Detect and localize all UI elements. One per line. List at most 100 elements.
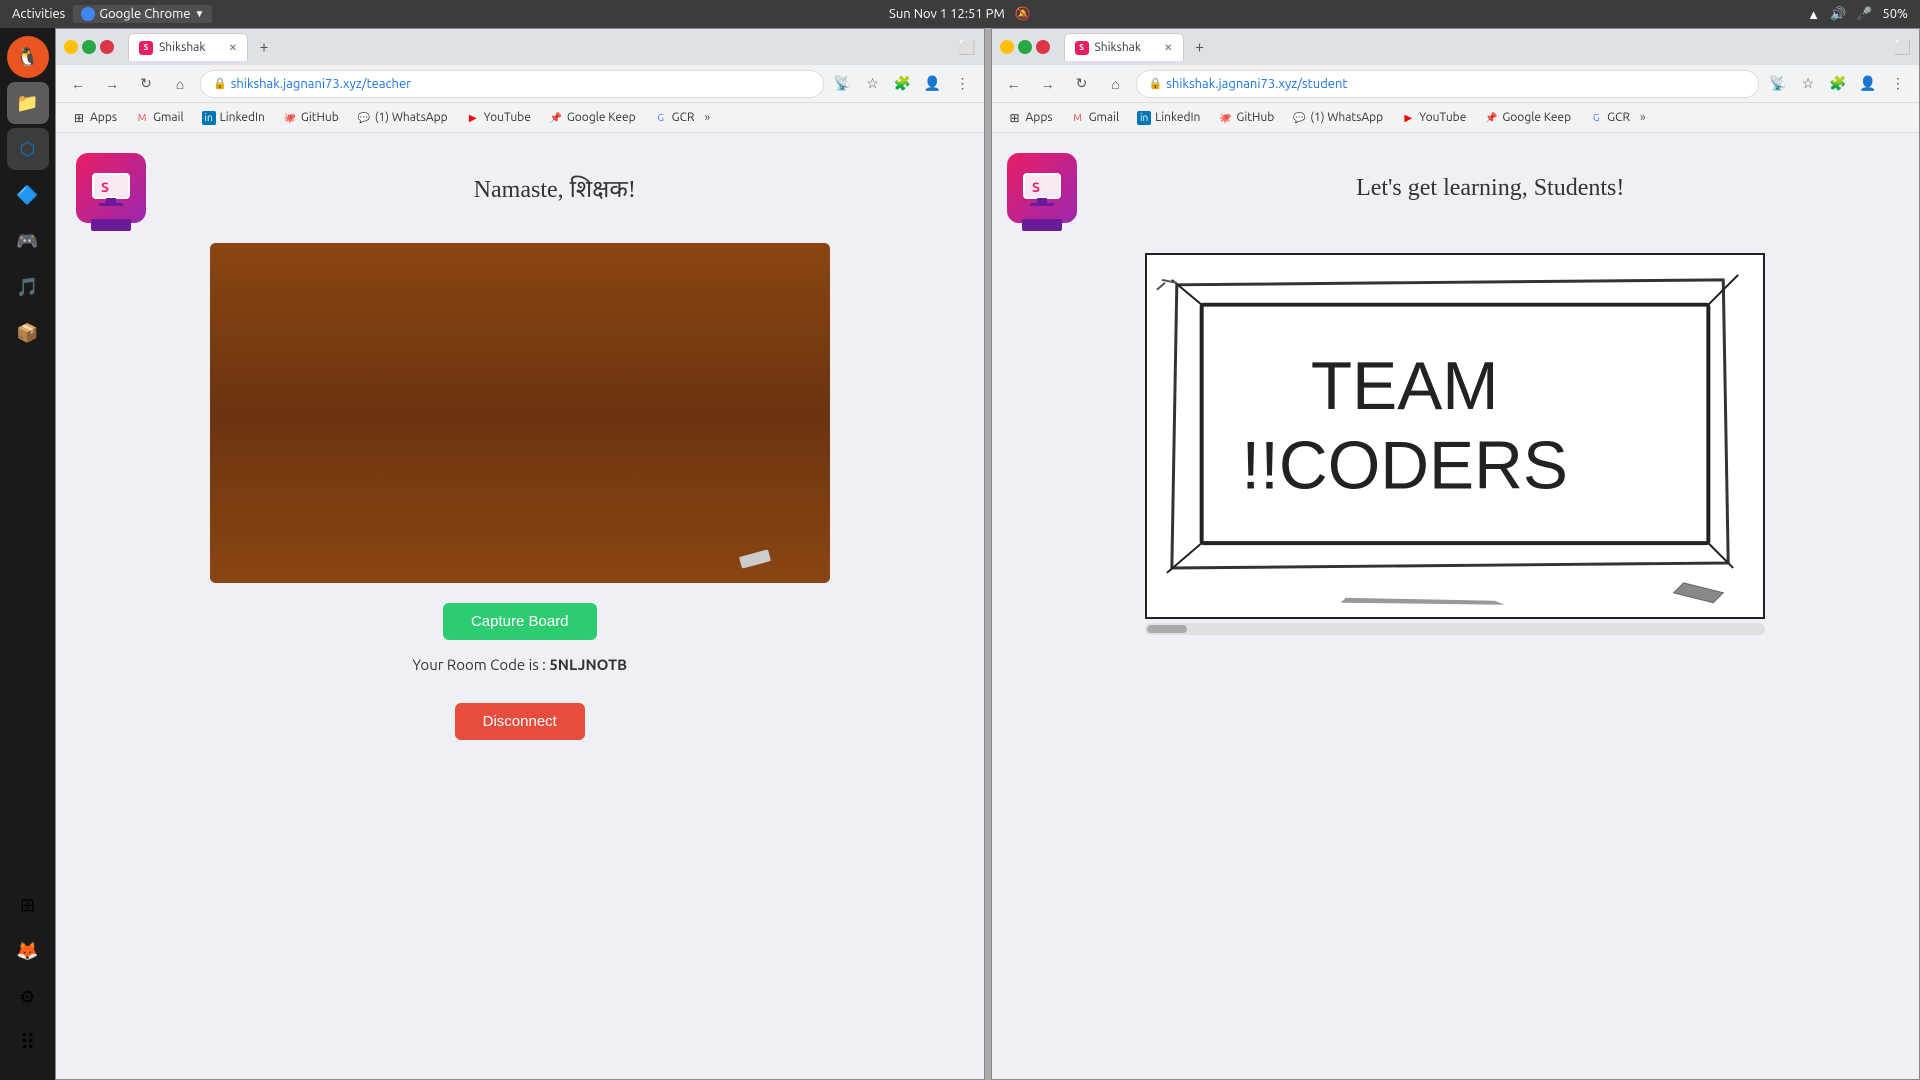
taskbar-firefox-icon[interactable]: 🦊 (7, 930, 49, 972)
datetime-text: Sun Nov 1 12:51 PM (889, 7, 1005, 21)
right-bookmark-gcr-label: GCR (1607, 111, 1630, 124)
taskbar-grid-icon[interactable]: ⠿ (7, 1022, 49, 1064)
browser-right-menu-btn[interactable]: ⋮ (1885, 71, 1911, 97)
taskbar-settings-icon[interactable]: ⚙ (7, 976, 49, 1018)
browser-left-url-text: shikshak.jagnani73.xyz/teacher (231, 77, 411, 91)
browser-right-profile-btn[interactable]: 👤 (1855, 71, 1881, 97)
student-scrollbar[interactable] (1145, 623, 1765, 635)
browser-left-cast-btn[interactable]: 📡 (830, 71, 856, 97)
browser-left-menu-btn[interactable]: ⋮ (950, 71, 976, 97)
browser-right-forward-btn[interactable]: → (1034, 70, 1062, 98)
browser-right-new-tab-btn[interactable]: + (1186, 33, 1214, 61)
right-bookmark-gcr[interactable]: G GCR (1581, 109, 1638, 127)
bookmark-apps[interactable]: ⊞ Apps (64, 109, 125, 127)
browser-right-new-window-btn[interactable]: ⬜ (1894, 39, 1911, 56)
bookmark-gcr[interactable]: G GCR (646, 109, 703, 127)
right-bookmark-keep[interactable]: 📌 Google Keep (1476, 109, 1579, 127)
taskbar-discord-icon[interactable]: 🎮 (7, 220, 49, 262)
browser-left-close-btn[interactable] (100, 40, 114, 54)
right-bookmark-apps[interactable]: ⊞ Apps (1000, 109, 1061, 127)
spotify-symbol: 🎵 (16, 277, 38, 298)
right-bookmark-youtube[interactable]: ▶ YouTube (1393, 109, 1474, 127)
chrome-dropdown[interactable]: ▼ (195, 8, 205, 20)
activities-label[interactable]: Activities (12, 7, 65, 21)
teacher-greeting-text: Namaste, शिक्षक! (474, 177, 636, 203)
right-bookmark-whatsapp-label: (1) WhatsApp (1310, 111, 1383, 124)
browser-left-minimize-btn[interactable] (64, 40, 78, 54)
right-bookmark-whatsapp[interactable]: 💬 (1) WhatsApp (1284, 109, 1391, 127)
student-whiteboard-drawing: TEAM !!CODERS (1147, 255, 1763, 613)
bookmark-linkedin[interactable]: in LinkedIn (194, 109, 273, 127)
browser-left-back-btn[interactable]: ← (64, 70, 92, 98)
right-bookmark-github[interactable]: 🐙 GitHub (1210, 109, 1282, 127)
chrome-dot (81, 7, 95, 21)
browser-left-home-btn[interactable]: ⌂ (166, 70, 194, 98)
battery-text: 50% (1882, 7, 1908, 21)
right-youtube-icon: ▶ (1401, 111, 1415, 125)
taskbar-spotify-icon[interactable]: 🎵 (7, 266, 49, 308)
right-bookmark-linkedin[interactable]: in LinkedIn (1129, 109, 1208, 127)
student-greeting-text: Let's get learning, Students! (1356, 175, 1624, 201)
browser-right-extensions-btn[interactable]: 🧩 (1825, 71, 1851, 97)
bookmark-gmail[interactable]: M Gmail (127, 109, 192, 127)
teacher-whiteboard-photo: TEAM !!CODERS (210, 243, 830, 583)
browser-left-tab-close[interactable]: ✕ (229, 42, 237, 54)
browser-left-bookmark-btn[interactable]: ☆ (860, 71, 886, 97)
browser-left-tab[interactable]: S Shikshak ✕ (128, 33, 248, 61)
files-symbol: 📁 (16, 93, 38, 114)
browser-left-titlebar: S Shikshak ✕ + ⬜ (56, 29, 984, 65)
browser-left-lock-icon: 🔒 (213, 77, 227, 90)
right-bookmarks-more-btn[interactable]: » (1640, 111, 1646, 124)
taskbar-vscode-icon[interactable]: ⬡ (7, 128, 49, 170)
room-code-container: Your Room Code is : 5NLJNOTB (412, 656, 627, 673)
browser-left-new-tab-btn[interactable]: + (250, 33, 278, 61)
browser-right-bookmark-btn[interactable]: ☆ (1795, 71, 1821, 97)
bookmark-keep[interactable]: 📌 Google Keep (541, 109, 644, 127)
gmail-icon: M (135, 111, 149, 125)
browser-right-home-btn[interactable]: ⌂ (1102, 70, 1130, 98)
right-bookmark-gmail[interactable]: M Gmail (1063, 109, 1128, 127)
right-bookmark-linkedin-label: LinkedIn (1155, 111, 1200, 124)
browser-left-reload-btn[interactable]: ↻ (132, 70, 160, 98)
browser-left-toolbar: 📡 ☆ 🧩 👤 ⋮ (830, 71, 976, 97)
whatsapp-icon: 💬 (357, 111, 371, 125)
taskbar-ubuntu-icon[interactable]: 🐧 (7, 36, 49, 78)
browser-left-forward-btn[interactable]: → (98, 70, 126, 98)
taskbar-files-icon[interactable]: 📁 (7, 82, 49, 124)
bookmark-youtube[interactable]: ▶ YouTube (458, 109, 539, 127)
browser-right-tab-label: Shikshak (1095, 41, 1141, 54)
right-github-icon: 🐙 (1218, 111, 1232, 125)
taskbar-slack-icon[interactable]: 🔷 (7, 174, 49, 216)
bookmark-whatsapp[interactable]: 💬 (1) WhatsApp (349, 109, 456, 127)
taskbar-virtualbox-icon[interactable]: 📦 (7, 312, 49, 354)
room-code-value: 5NLJNOTB (549, 656, 627, 673)
browser-left-profile-btn[interactable]: 👤 (920, 71, 946, 97)
browser-right-tab[interactable]: S Shikshak ✕ (1064, 33, 1184, 61)
browser-right-maximize-btn[interactable] (1018, 40, 1032, 54)
browser-right-cast-btn[interactable]: 📡 (1765, 71, 1791, 97)
browser-left-address-input[interactable]: 🔒 shikshak.jagnani73.xyz/teacher (200, 70, 824, 98)
browser-right-reload-btn[interactable]: ↻ (1068, 70, 1096, 98)
teacher-app-header: S Namaste, शिक्षक! (76, 153, 964, 223)
browser-right-back-btn[interactable]: ← (1000, 70, 1028, 98)
disconnect-btn[interactable]: Disconnect (455, 703, 585, 740)
bookmark-github[interactable]: 🐙 GitHub (275, 109, 347, 127)
ubuntu-symbol: 🐧 (16, 47, 38, 68)
browser-left-new-window-btn[interactable]: ⬜ (958, 39, 975, 56)
svg-text:S: S (1032, 179, 1040, 195)
right-apps-icon: ⊞ (1008, 111, 1022, 125)
browser-right-address-input[interactable]: 🔒 shikshak.jagnani73.xyz/student (1136, 70, 1760, 98)
browser-left-maximize-btn[interactable] (82, 40, 96, 54)
browser-right-minimize-btn[interactable] (1000, 40, 1014, 54)
browser-left-extensions-btn[interactable]: 🧩 (890, 71, 916, 97)
youtube-icon: ▶ (466, 111, 480, 125)
bookmark-gcr-label: GCR (672, 111, 695, 124)
browser-right-tabbar: S Shikshak ✕ + (1056, 33, 1884, 61)
browser-right-tab-close[interactable]: ✕ (1164, 42, 1172, 54)
browser-right-close-btn[interactable] (1036, 40, 1050, 54)
browser-right-lock-icon: 🔒 (1149, 77, 1163, 90)
capture-board-btn[interactable]: Capture Board (443, 603, 597, 640)
bookmarks-more-btn[interactable]: » (704, 111, 710, 124)
taskbar-apps-icon[interactable]: ⊞ (7, 884, 49, 926)
apps-grid-symbol: ⊞ (20, 895, 35, 916)
